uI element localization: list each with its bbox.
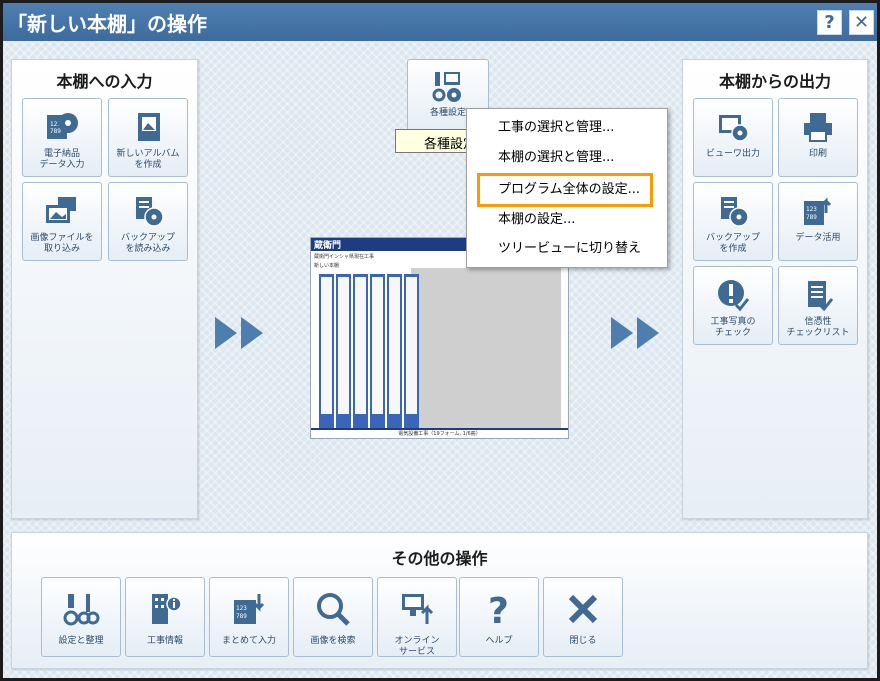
arrow-right-icon — [215, 317, 237, 349]
building-info-icon — [146, 590, 184, 628]
photo-check-icon — [715, 277, 751, 313]
tile-label: 工事写真の チェック — [710, 317, 756, 338]
arrow-right-icon — [637, 317, 659, 349]
viewer-output-icon — [715, 109, 751, 145]
backup-load-icon — [130, 193, 166, 229]
arrow-right-icon — [241, 317, 263, 349]
menu-item-select-project[interactable]: 工事の選択と管理... — [467, 114, 667, 142]
settings-menu: 工事の選択と管理... 本棚の選択と管理... プログラム全体の設定... 本棚… — [466, 108, 668, 268]
preview-footer: 電気設備工事（19フォーム, 1/6冊） — [311, 428, 568, 438]
checklist-icon — [800, 277, 836, 313]
data-export-icon: 123 789 — [800, 193, 836, 229]
create-backup-button[interactable]: バックアップ を作成 — [693, 182, 773, 261]
close-dialog-button[interactable]: 閉じる — [543, 577, 623, 657]
input-panel-title: 本棚への入力 — [56, 72, 153, 91]
backup-create-icon — [715, 193, 751, 229]
output-flow-arrows — [611, 317, 659, 349]
bottom-button-label: 画像を検索 — [310, 636, 356, 646]
title-bar: 「新しい本棚」の操作 ? ✕ — [3, 3, 877, 41]
tile-label: バックアップ を読み込み — [120, 233, 175, 254]
menu-item-tree-view[interactable]: ツリービューに切り替え — [467, 235, 667, 263]
disc-data-icon: 123 789 — [44, 109, 80, 145]
tools-icon — [62, 590, 100, 628]
window-title: 「新しい本棚」の操作 — [7, 11, 207, 36]
new-album-button[interactable]: 新しいアルバム を作成 — [108, 98, 188, 177]
credibility-checklist-button[interactable]: 信憑性 チェックリスト — [778, 266, 858, 345]
svg-text:789: 789 — [236, 613, 247, 620]
print-button[interactable]: 印刷 — [778, 98, 858, 177]
bottom-button-label: 工事情報 — [146, 636, 183, 646]
svg-text:789: 789 — [806, 214, 817, 221]
tile-label: 印刷 — [808, 149, 827, 159]
batch-input-button[interactable]: 123 789 まとめて入力 — [209, 577, 289, 657]
preview-binder — [387, 274, 402, 429]
bottom-button-label: オンライン サービス — [394, 636, 440, 657]
preview-breadcrumb: 蔵衛門インシャ県現在工事 — [314, 254, 375, 260]
help-icon: ? — [480, 590, 518, 628]
preview-binder — [404, 274, 419, 429]
tile-label: バックアップ を作成 — [705, 233, 760, 254]
preview-binder — [336, 274, 351, 429]
load-backup-button[interactable]: バックアップ を読み込み — [108, 182, 188, 261]
close-button[interactable]: ✕ — [849, 10, 874, 35]
input-panel: 本棚への入力 123 789 電子納品 データ入力 新しいアルバム を作成 画像フ… — [11, 59, 198, 519]
preview-binder — [353, 274, 368, 429]
preview-subtitle: 新しい本棚 — [314, 263, 340, 269]
search-icon — [314, 590, 352, 628]
close-icon: ✕ — [853, 12, 870, 33]
help-button[interactable]: ? — [817, 10, 842, 35]
menu-item-bookshelf-settings[interactable]: 本棚の設定... — [467, 206, 667, 234]
bottom-button-label: 設定と整理 — [58, 636, 104, 646]
bottom-button-label: まとめて入力 — [221, 636, 276, 646]
search-images-button[interactable]: 画像を検索 — [293, 577, 373, 657]
menu-highlight-box — [477, 173, 653, 207]
settings-button-label: 各種設定 — [429, 108, 466, 118]
svg-text:123: 123 — [236, 605, 247, 612]
preview-shelf-area — [411, 268, 561, 428]
bottom-button-label: ヘルプ — [485, 636, 513, 646]
preview-binder — [370, 274, 385, 429]
electronic-delivery-button[interactable]: 123 789 電子納品 データ入力 — [22, 98, 102, 177]
tile-label: 新しいアルバム を作成 — [116, 149, 180, 170]
tile-label: 信憑性 チェックリスト — [786, 317, 850, 338]
client-area: 本棚への入力 123 789 電子納品 データ入力 新しいアルバム を作成 画像フ… — [3, 41, 877, 678]
preview-brand: 蔵衛門 — [314, 241, 342, 251]
svg-text:789: 789 — [50, 128, 61, 135]
preview-binder — [319, 274, 334, 429]
album-icon — [130, 109, 166, 145]
tile-label: ビューワ出力 — [705, 149, 760, 159]
other-operations-title: その他の操作 — [391, 549, 488, 568]
help-menu-button[interactable]: ? ヘルプ — [459, 577, 539, 657]
image-import-icon — [44, 193, 80, 229]
menu-item-select-bookshelf[interactable]: 本棚の選択と管理... — [467, 144, 667, 172]
photo-check-button[interactable]: 工事写真の チェック — [693, 266, 773, 345]
batch-input-icon: 123 789 — [230, 590, 268, 628]
output-panel-title: 本棚からの出力 — [718, 72, 831, 91]
printer-icon — [800, 109, 836, 145]
dialog-window: 「新しい本棚」の操作 ? ✕ 本棚への入力 123 789 電子納品 データ入力 … — [0, 0, 880, 681]
bottom-button-label: 閉じる — [569, 636, 597, 646]
project-info-button[interactable]: 工事情報 — [125, 577, 205, 657]
online-service-icon — [398, 590, 436, 628]
help-icon: ? — [824, 12, 835, 33]
tile-label: 画像ファイルを 取り込み — [30, 233, 94, 254]
svg-text:123: 123 — [806, 206, 817, 213]
settings-organize-button[interactable]: 設定と整理 — [41, 577, 121, 657]
output-panel: 本棚からの出力 ビューワ出力 印刷 バックアップ を作成 123 789 データ… — [682, 59, 868, 519]
input-flow-arrows — [215, 317, 263, 349]
data-export-button[interactable]: 123 789 データ活用 — [778, 182, 858, 261]
svg-text:?: ? — [488, 591, 509, 628]
tile-label: データ活用 — [795, 233, 841, 243]
close-icon — [564, 590, 602, 628]
tile-label: 電子納品 データ入力 — [39, 149, 85, 170]
online-service-button[interactable]: オンライン サービス — [377, 577, 457, 657]
viewer-output-button[interactable]: ビューワ出力 — [693, 98, 773, 177]
arrow-right-icon — [611, 317, 633, 349]
settings-tools-icon — [430, 68, 466, 104]
settings-tooltip: 各種設定 — [395, 129, 473, 153]
import-images-button[interactable]: 画像ファイルを 取り込み — [22, 182, 102, 261]
